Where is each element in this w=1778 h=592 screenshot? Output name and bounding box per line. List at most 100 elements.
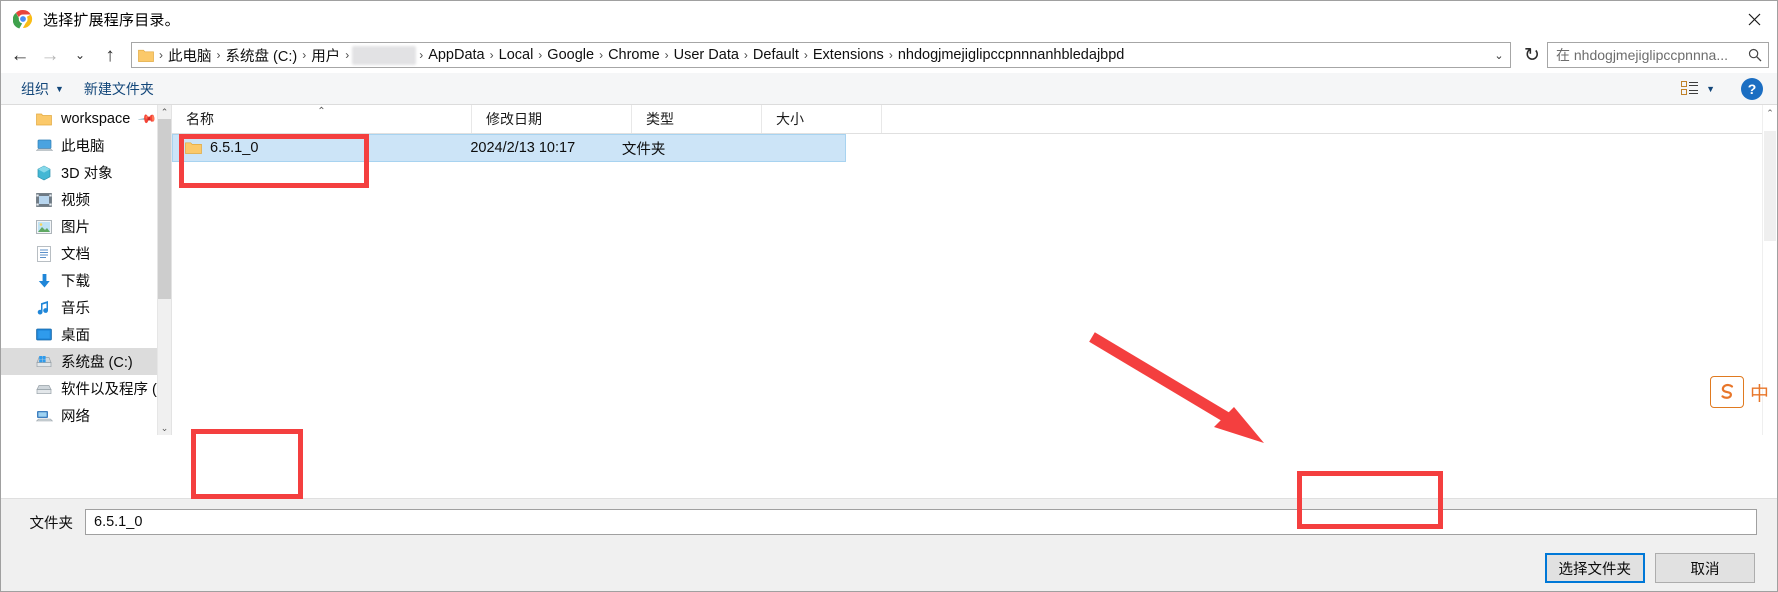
back-button[interactable]: ← (5, 40, 35, 70)
table-row[interactable]: 6.5.1_0 2024/2/13 10:17 文件夹 (172, 134, 846, 162)
breadcrumb-item-5[interactable]: Local (495, 45, 538, 65)
cancel-button[interactable]: 取消 (1655, 553, 1755, 583)
music-icon (35, 299, 53, 317)
search-input[interactable]: 在 nhdogjmejiglipccpnnna... (1548, 45, 1742, 65)
sidebar-item-software-drive-d[interactable]: 软件以及程序 (D (1, 375, 171, 402)
column-header-type[interactable]: 类型 (632, 105, 762, 133)
sidebar-item-label: 软件以及程序 (D (61, 382, 168, 398)
scroll-up-icon[interactable]: ⌃ (1763, 105, 1777, 121)
pictures-icon (35, 218, 53, 236)
sidebar-item-label: 桌面 (61, 328, 90, 344)
desktop-icon (35, 326, 53, 344)
chevron-down-icon: ⌄ (74, 48, 86, 62)
folder-name-input[interactable]: 6.5.1_0 (85, 509, 1757, 535)
recent-locations-button[interactable]: ⌄ (65, 40, 95, 70)
documents-icon (35, 245, 53, 263)
scrollbar-thumb[interactable] (158, 119, 171, 299)
select-folder-button[interactable]: 选择文件夹 (1544, 553, 1645, 583)
ime-indicator: 中 (1709, 376, 1769, 408)
file-rows: 6.5.1_0 2024/2/13 10:17 文件夹 (172, 134, 1777, 435)
column-label: 类型 (646, 111, 674, 127)
cell-name: 6.5.1_0 (173, 140, 456, 156)
close-icon[interactable] (1731, 1, 1777, 37)
sidebar-item-workspace[interactable]: workspace 📌 (1, 105, 171, 132)
sidebar-item-label: 系统盘 (C:) (61, 355, 133, 371)
navigation-pane: workspace 📌 此电脑 3D 对象 视频 图片 文档 下载 音乐 桌面 … (1, 105, 172, 435)
videos-icon (35, 191, 53, 209)
forward-button[interactable]: → (35, 40, 65, 70)
scroll-down-icon[interactable]: ⌄ (158, 421, 171, 435)
sidebar-item-music[interactable]: 音乐 (1, 294, 171, 321)
organize-button[interactable]: 组织 ▼ (11, 76, 74, 102)
column-label: 名称 (186, 111, 214, 127)
search-icon (1742, 48, 1768, 62)
breadcrumb-item-0[interactable]: 此电脑 (164, 43, 216, 68)
column-header-date[interactable]: 修改日期 (472, 105, 632, 133)
sogou-ime-icon[interactable] (1709, 376, 1744, 408)
sidebar-item-3d-objects[interactable]: 3D 对象 (1, 159, 171, 186)
breadcrumb-item-4[interactable]: AppData (424, 45, 488, 65)
address-bar[interactable]: › 此电脑 › 系统盘 (C:) › 用户 › › AppData › Loca… (131, 42, 1511, 68)
sidebar-item-network[interactable]: 网络 (1, 402, 171, 429)
breadcrumb-item-8[interactable]: User Data (670, 45, 743, 65)
sidebar-item-pictures[interactable]: 图片 (1, 213, 171, 240)
command-bar: 组织 ▼ 新建文件夹 ▼ ? (1, 73, 1777, 105)
help-button[interactable]: ? (1741, 77, 1763, 100)
breadcrumb-item-6[interactable]: Google (543, 45, 598, 65)
organize-label: 组织 (21, 80, 49, 97)
scroll-up-icon[interactable]: ⌃ (158, 105, 171, 119)
sidebar-scrollbar[interactable]: ⌃ ⌄ (157, 105, 171, 435)
address-dropdown-icon[interactable]: ⌄ (1488, 49, 1510, 62)
breadcrumb-item-7[interactable]: Chrome (604, 45, 664, 65)
folder-icon (35, 110, 53, 128)
ime-mode-label[interactable]: 中 (1750, 379, 1769, 406)
downloads-icon (35, 272, 53, 290)
list-view-icon (1681, 81, 1699, 95)
pin-icon[interactable]: 📌 (137, 108, 157, 128)
file-list-pane: ⌃ 名称 修改日期 类型 大小 6.5.1_0 2024/2/13 10:17 … (172, 105, 1777, 435)
sidebar-item-label: 3D 对象 (61, 166, 113, 182)
network-icon (35, 407, 53, 425)
column-header-size[interactable]: 大小 (762, 105, 882, 133)
dialog-content: workspace 📌 此电脑 3D 对象 视频 图片 文档 下载 音乐 桌面 … (1, 105, 1777, 435)
column-header-name[interactable]: ⌃ 名称 (172, 105, 472, 133)
sidebar-item-system-drive-c[interactable]: 系统盘 (C:) (1, 348, 171, 375)
folder-name-row: 文件夹 6.5.1_0 (1, 499, 1777, 539)
breadcrumb-item-2[interactable]: 用户 (307, 43, 344, 68)
sidebar-item-label: 视频 (61, 193, 90, 209)
sidebar-item-this-pc[interactable]: 此电脑 (1, 132, 171, 159)
column-label: 大小 (776, 111, 804, 127)
folder-icon (185, 142, 202, 154)
sidebar-item-downloads[interactable]: 下载 (1, 267, 171, 294)
scrollbar-thumb[interactable] (1764, 131, 1776, 241)
dialog-footer: 文件夹 6.5.1_0 选择文件夹 取消 (1, 498, 1777, 591)
column-header-row: ⌃ 名称 修改日期 类型 大小 (172, 105, 1777, 134)
sidebar-item-label: 文档 (61, 247, 90, 263)
sidebar-item-desktop[interactable]: 桌面 (1, 321, 171, 348)
breadcrumb-item-11[interactable]: nhdogjmejiglipccpnnnanhbledajbpd (894, 45, 1129, 65)
breadcrumb-item-9[interactable]: Default (749, 45, 803, 65)
refresh-button[interactable]: ↻ (1517, 40, 1547, 70)
view-mode-button[interactable]: ▼ (1675, 79, 1721, 98)
sidebar-item-label: workspace (61, 110, 131, 127)
3d-objects-icon (35, 164, 53, 182)
search-box[interactable]: 在 nhdogjmejiglipccpnnna... (1547, 42, 1769, 68)
forward-icon: → (40, 44, 60, 66)
sidebar-item-label: 此电脑 (61, 139, 105, 155)
new-folder-label: 新建文件夹 (83, 80, 154, 97)
column-label: 修改日期 (486, 111, 542, 127)
new-folder-button[interactable]: 新建文件夹 (74, 76, 164, 102)
breadcrumb-item-3-username[interactable] (352, 45, 417, 65)
up-button[interactable]: ↑ (95, 40, 125, 70)
sidebar-item-documents[interactable]: 文档 (1, 240, 171, 267)
file-name: 6.5.1_0 (210, 140, 259, 156)
sidebar-item-videos[interactable]: 视频 (1, 186, 171, 213)
sidebar-item-label: 下载 (61, 274, 90, 290)
chrome-icon (13, 9, 33, 29)
chevron-down-icon: ▼ (55, 83, 64, 94)
folder-picker-dialog: 选择扩展程序目录。 ← → ⌄ ↑ › 此电脑 › 系统盘 (C:) › 用户 … (0, 0, 1778, 592)
help-label: ? (1747, 80, 1757, 97)
breadcrumb-item-1[interactable]: 系统盘 (C:) (222, 43, 302, 68)
breadcrumb-item-10[interactable]: Extensions (809, 45, 888, 65)
cell-type: 文件夹 (621, 141, 666, 158)
